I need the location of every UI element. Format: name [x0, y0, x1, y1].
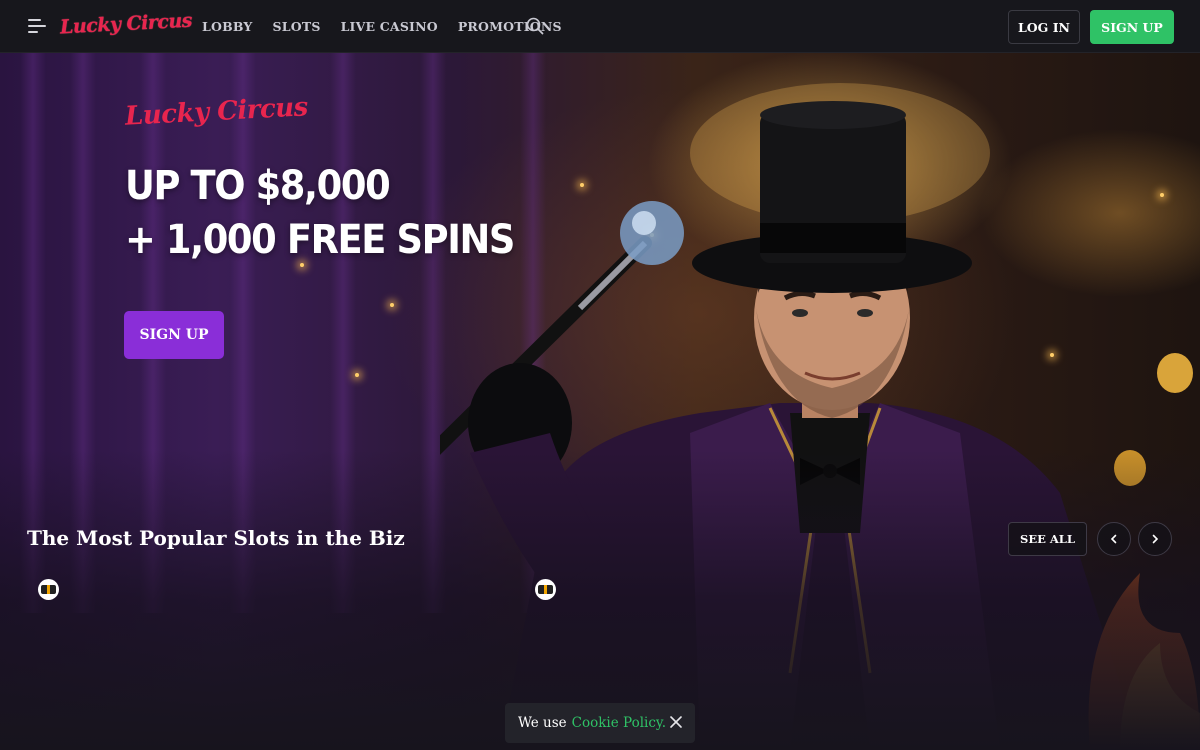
game-provider-badge: [38, 579, 59, 600]
hamburger-menu-icon[interactable]: [28, 19, 46, 33]
cookie-text: We use: [518, 715, 567, 731]
hero-signup-button[interactable]: SIGN UP: [124, 311, 224, 359]
close-icon[interactable]: [669, 715, 683, 729]
site-header: Lucky Circus LOBBY SLOTS LIVE CASINO PRO…: [0, 0, 1200, 53]
cookie-policy-link[interactable]: Cookie Policy.: [572, 715, 666, 731]
login-button[interactable]: LOG IN: [1008, 10, 1080, 44]
popular-slots-title: The Most Popular Slots in the Biz: [27, 526, 405, 550]
chevron-right-icon: [1152, 534, 1159, 544]
main-nav: LOBBY SLOTS LIVE CASINO PROMOTIONS: [202, 19, 582, 34]
nav-live-casino[interactable]: LIVE CASINO: [341, 19, 438, 34]
provider-logo-icon: [538, 585, 553, 594]
carousel-prev-button[interactable]: [1097, 522, 1131, 556]
promo-headline-line-1: UP TO $8,000: [125, 163, 391, 209]
search-icon[interactable]: [526, 17, 544, 35]
cookie-banner: We use Cookie Policy.: [505, 703, 695, 743]
carousel-next-button[interactable]: [1138, 522, 1172, 556]
promo-headline-line-2: + 1,000 FREE SPINS: [125, 217, 515, 263]
chevron-left-icon: [1110, 534, 1117, 544]
sparkle: [390, 303, 394, 307]
hero-banner: Lucky Circus UP TO $8,000 + 1,000 FREE S…: [0, 53, 1200, 750]
sparkle: [355, 373, 359, 377]
provider-logo-icon: [41, 585, 56, 594]
sparkle: [300, 263, 304, 267]
header-signup-button[interactable]: SIGN UP: [1090, 10, 1174, 44]
game-provider-badge: [535, 579, 556, 600]
site-logo[interactable]: Lucky Circus: [60, 10, 193, 39]
nav-lobby[interactable]: LOBBY: [202, 19, 253, 34]
nav-promotions[interactable]: PROMOTIONS: [458, 19, 562, 34]
nav-slots[interactable]: SLOTS: [273, 19, 321, 34]
see-all-button[interactable]: SEE ALL: [1008, 522, 1087, 556]
